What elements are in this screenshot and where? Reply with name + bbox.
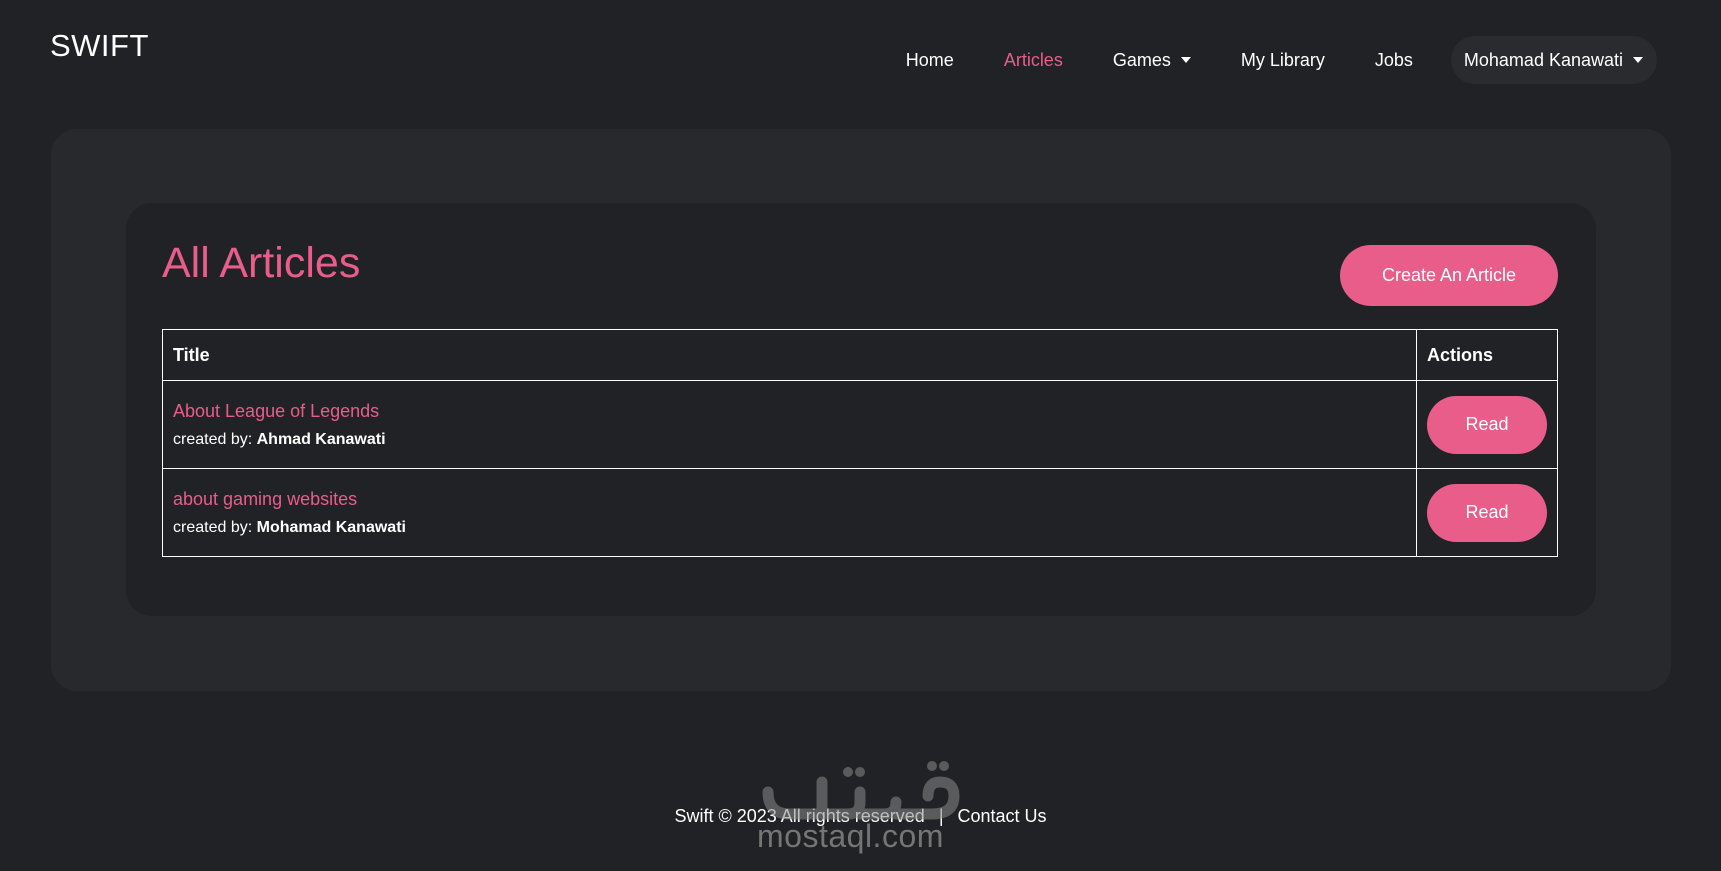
article-title-link[interactable]: about gaming websites [173,489,1406,510]
article-cell: about gaming websites created by: Mohama… [162,468,1417,557]
article-author: Ahmad Kanawati [256,430,386,448]
column-header-title: Title [162,329,1417,381]
created-by-label: created by: [173,430,253,448]
chevron-down-icon [1633,57,1643,63]
actions-cell: Read [1416,468,1558,557]
nav-links: Home Articles Games My Library Jobs Moha… [856,36,1657,84]
nav-games-dropdown[interactable]: Games [1113,36,1191,84]
article-byline: created by: Mohamad Kanawati [173,519,406,536]
table-row: about gaming websites created by: Mohama… [162,468,1558,557]
article-title-link[interactable]: About League of Legends [173,401,1406,422]
nav-home-link[interactable]: Home [906,36,954,84]
article-byline: created by: Ahmad Kanawati [173,431,386,448]
articles-card: All Articles Create An Article Title Act… [126,203,1596,616]
actions-cell: Read [1416,380,1558,469]
read-button[interactable]: Read [1427,483,1547,542]
nav-jobs-link[interactable]: Jobs [1375,36,1413,84]
user-name: Mohamad Kanawati [1463,49,1623,70]
table-header-row: Title Actions [162,329,1558,381]
articles-table: Title Actions About League of Legends cr… [162,329,1558,557]
nav-articles-link[interactable]: Articles [1004,36,1063,84]
column-header-actions: Actions [1416,329,1558,381]
page-title: All Articles [162,239,361,287]
nav-games-label: Games [1112,49,1171,70]
brand-logo[interactable]: SWIFT [50,28,149,64]
chevron-down-icon [1180,57,1191,63]
table-row: About League of Legends created by: Ahma… [162,380,1558,469]
contact-us-link[interactable]: Contact Us [958,806,1047,826]
user-menu-dropdown[interactable]: Mohamad Kanawati [1450,36,1657,84]
article-author: Mohamad Kanawati [256,518,406,536]
watermark-text: mostaql.com [757,818,944,854]
article-cell: About League of Legends created by: Ahma… [162,380,1417,469]
nav-my-library-link[interactable]: My Library [1241,36,1325,84]
create-article-button[interactable]: Create An Article [1340,245,1558,306]
read-button[interactable]: Read [1427,395,1547,454]
navbar: SWIFT Home Articles Games My Library Job… [0,0,1721,110]
created-by-label: created by: [173,518,253,536]
